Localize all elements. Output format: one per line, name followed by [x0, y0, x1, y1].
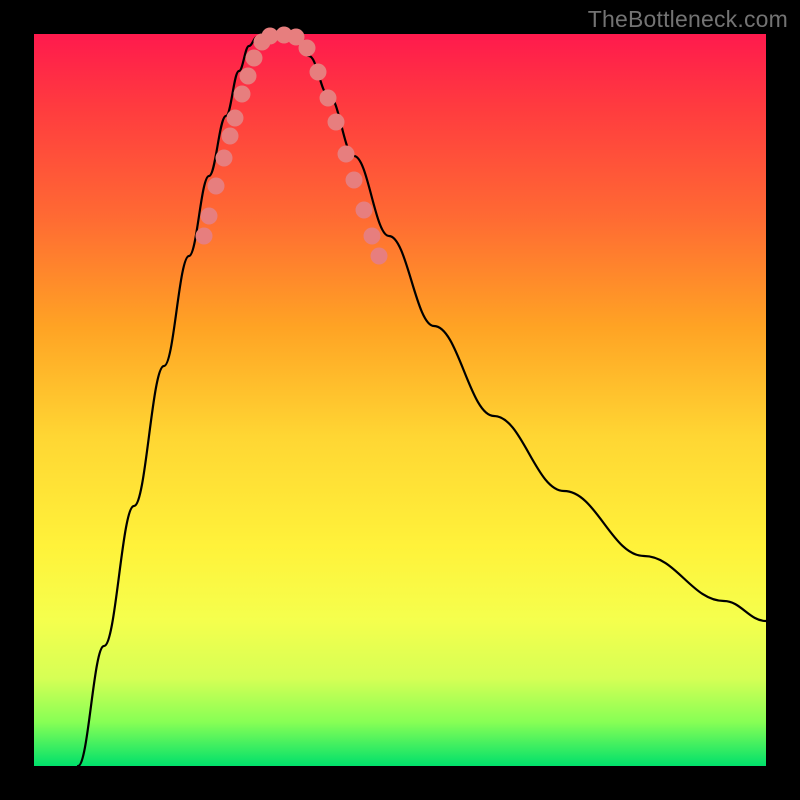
chart-overlay: [34, 34, 766, 766]
watermark-text: TheBottleneck.com: [588, 6, 788, 33]
curve-left: [78, 34, 264, 766]
data-point: [338, 146, 355, 163]
data-point: [364, 228, 381, 245]
data-point: [227, 110, 244, 127]
data-point: [222, 128, 239, 145]
data-point: [299, 40, 316, 57]
data-points: [196, 27, 388, 265]
data-point: [196, 228, 213, 245]
data-point: [356, 202, 373, 219]
data-point: [216, 150, 233, 167]
data-point: [201, 208, 218, 225]
curve-right: [294, 35, 766, 621]
data-point: [240, 68, 257, 85]
data-point: [320, 90, 337, 107]
data-point: [234, 86, 251, 103]
data-point: [346, 172, 363, 189]
data-point: [310, 64, 327, 81]
data-point: [328, 114, 345, 131]
data-point: [246, 50, 263, 67]
data-point: [208, 178, 225, 195]
data-point: [371, 248, 388, 265]
